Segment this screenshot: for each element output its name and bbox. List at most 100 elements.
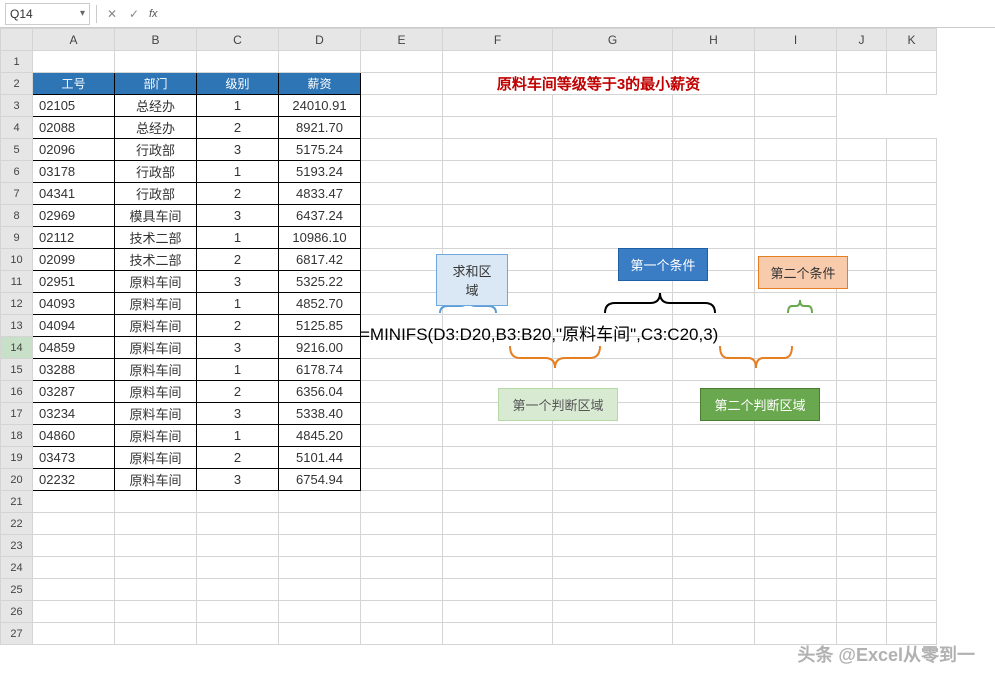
cell[interactable]: [443, 601, 553, 623]
column-header[interactable]: A: [33, 29, 115, 51]
cell[interactable]: [673, 623, 755, 645]
cell[interactable]: [115, 491, 197, 513]
column-header[interactable]: K: [887, 29, 937, 51]
cell[interactable]: [887, 271, 937, 293]
table-cell[interactable]: 3: [197, 271, 279, 293]
cell[interactable]: [197, 623, 279, 645]
row-header[interactable]: 15: [1, 359, 33, 381]
table-cell[interactable]: 3: [197, 403, 279, 425]
table-cell[interactable]: 1: [197, 293, 279, 315]
cell[interactable]: [837, 513, 887, 535]
table-cell[interactable]: 原料车间: [115, 359, 197, 381]
cell[interactable]: [887, 469, 937, 491]
table-cell[interactable]: 02112: [33, 227, 115, 249]
cell[interactable]: [361, 227, 443, 249]
cell[interactable]: [443, 315, 553, 337]
table-cell[interactable]: 总经办: [115, 117, 197, 139]
cell[interactable]: [279, 579, 361, 601]
cell[interactable]: [361, 579, 443, 601]
cell[interactable]: [443, 249, 553, 271]
cell[interactable]: [553, 227, 673, 249]
cell[interactable]: [197, 513, 279, 535]
cell[interactable]: [443, 359, 553, 381]
cell[interactable]: [33, 623, 115, 645]
cell[interactable]: [755, 359, 837, 381]
cell[interactable]: [755, 381, 837, 403]
row-header[interactable]: 14: [1, 337, 33, 359]
cell[interactable]: [673, 601, 755, 623]
table-cell[interactable]: 3: [197, 337, 279, 359]
cell[interactable]: [837, 447, 887, 469]
cell[interactable]: [755, 183, 837, 205]
cell[interactable]: [887, 227, 937, 249]
cell[interactable]: [553, 183, 673, 205]
cell[interactable]: [755, 535, 837, 557]
column-header[interactable]: J: [837, 29, 887, 51]
cell[interactable]: [361, 425, 443, 447]
table-cell[interactable]: 行政部: [115, 161, 197, 183]
row-header[interactable]: 10: [1, 249, 33, 271]
cell[interactable]: [755, 117, 837, 139]
cell[interactable]: [115, 579, 197, 601]
cell[interactable]: [755, 513, 837, 535]
cell[interactable]: [673, 337, 755, 359]
cell[interactable]: [361, 601, 443, 623]
cell[interactable]: [197, 557, 279, 579]
table-cell[interactable]: 1: [197, 425, 279, 447]
row-header[interactable]: 17: [1, 403, 33, 425]
column-header[interactable]: F: [443, 29, 553, 51]
table-cell[interactable]: 原料车间: [115, 293, 197, 315]
table-cell[interactable]: 1: [197, 95, 279, 117]
cell[interactable]: [115, 623, 197, 645]
cell[interactable]: [279, 491, 361, 513]
table-cell[interactable]: 模具车间: [115, 205, 197, 227]
cell[interactable]: [887, 73, 937, 95]
row-header[interactable]: 2: [1, 73, 33, 95]
row-header[interactable]: 21: [1, 491, 33, 513]
cell[interactable]: [837, 271, 887, 293]
table-cell[interactable]: 4833.47: [279, 183, 361, 205]
table-cell[interactable]: 02099: [33, 249, 115, 271]
cell[interactable]: [361, 95, 443, 117]
cell[interactable]: [887, 359, 937, 381]
cell[interactable]: [837, 293, 887, 315]
cell[interactable]: [553, 117, 673, 139]
cell[interactable]: [553, 161, 673, 183]
confirm-icon[interactable]: ✓: [125, 5, 143, 23]
cell[interactable]: [115, 601, 197, 623]
cell[interactable]: [887, 51, 937, 73]
cell[interactable]: [673, 315, 755, 337]
table-cell[interactable]: 5338.40: [279, 403, 361, 425]
table-cell[interactable]: 原料车间: [115, 381, 197, 403]
cell[interactable]: [553, 557, 673, 579]
cell[interactable]: [673, 359, 755, 381]
cell[interactable]: [887, 601, 937, 623]
row-header[interactable]: 12: [1, 293, 33, 315]
cell[interactable]: [887, 403, 937, 425]
column-header[interactable]: G: [553, 29, 673, 51]
cell[interactable]: [443, 293, 553, 315]
cell[interactable]: [755, 51, 837, 73]
cell[interactable]: [837, 381, 887, 403]
row-header[interactable]: 20: [1, 469, 33, 491]
row-header[interactable]: 6: [1, 161, 33, 183]
cell[interactable]: [755, 227, 837, 249]
table-cell[interactable]: 2: [197, 183, 279, 205]
cell[interactable]: [837, 469, 887, 491]
cell[interactable]: [361, 535, 443, 557]
cell[interactable]: [279, 601, 361, 623]
cell[interactable]: [553, 205, 673, 227]
cell[interactable]: [673, 513, 755, 535]
cell[interactable]: [837, 557, 887, 579]
table-cell[interactable]: 2: [197, 249, 279, 271]
table-cell[interactable]: 1: [197, 161, 279, 183]
row-header[interactable]: 9: [1, 227, 33, 249]
table-cell[interactable]: 5193.24: [279, 161, 361, 183]
cell[interactable]: [673, 403, 755, 425]
table-cell[interactable]: 04341: [33, 183, 115, 205]
cell[interactable]: [443, 425, 553, 447]
cell[interactable]: [553, 271, 673, 293]
spreadsheet-grid[interactable]: ABCDEFGHIJK 12工号部门级别薪资原料车间等级等于3的最小薪资3021…: [0, 28, 995, 692]
table-cell[interactable]: 8921.70: [279, 117, 361, 139]
table-cell[interactable]: 03234: [33, 403, 115, 425]
